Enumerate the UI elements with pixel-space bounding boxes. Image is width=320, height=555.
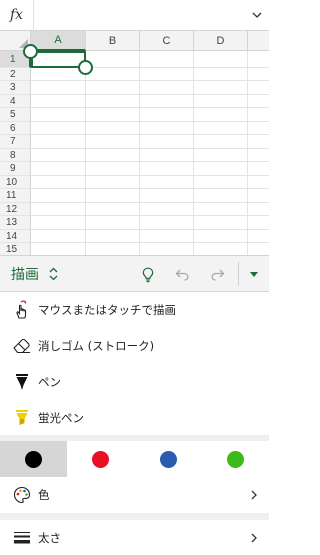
- section-divider: [0, 513, 269, 520]
- up-down-chevron-icon: [49, 267, 58, 281]
- highlighter-item[interactable]: 蛍光ペン: [0, 400, 269, 436]
- row-header-4[interactable]: 4: [0, 95, 31, 108]
- swatch-green[interactable]: [202, 441, 269, 477]
- grid-line: [31, 121, 269, 122]
- grid-line: [31, 148, 269, 149]
- pen-item[interactable]: ペン: [0, 364, 269, 400]
- spreadsheet-grid[interactable]: A B C D 1 2 3 4 5 6 7 8 9 10 11 12 13 14…: [0, 31, 269, 255]
- touch-draw-icon: [6, 300, 38, 320]
- swatch-red[interactable]: [67, 441, 134, 477]
- row-header-7[interactable]: 7: [0, 135, 31, 149]
- color-dot: [159, 450, 177, 468]
- row-header-14[interactable]: 14: [0, 230, 31, 243]
- color-swatch-row: [0, 441, 269, 477]
- swatch-black[interactable]: [0, 441, 68, 477]
- grid-line: [193, 51, 194, 255]
- row-header-2[interactable]: 2: [0, 68, 31, 81]
- column-header-c[interactable]: C: [140, 31, 194, 51]
- grid-line: [139, 51, 140, 255]
- column-header-partial[interactable]: [248, 31, 269, 51]
- column-header-d[interactable]: D: [194, 31, 248, 51]
- chevron-right-icon: [251, 477, 257, 513]
- eraser-item[interactable]: 消しゴム (ストローク): [0, 328, 269, 364]
- redo-icon[interactable]: [203, 256, 233, 293]
- grid-line: [31, 161, 269, 162]
- pen-icon: [6, 372, 38, 392]
- lightbulb-icon[interactable]: [133, 256, 163, 293]
- undo-icon[interactable]: [167, 256, 197, 293]
- color-item[interactable]: 色: [0, 477, 269, 513]
- fx-button[interactable]: fx: [0, 0, 34, 31]
- pen-label: ペン: [38, 375, 61, 389]
- row-header-12[interactable]: 12: [0, 203, 31, 216]
- grid-line: [31, 242, 269, 243]
- formula-bar: fx: [0, 0, 269, 31]
- grid-line: [31, 134, 269, 135]
- highlighter-label: 蛍光ペン: [38, 411, 84, 425]
- row-header-10[interactable]: 10: [0, 176, 31, 189]
- ribbon-tab-selector[interactable]: 描画: [0, 255, 58, 292]
- selection-handle-bottom-right[interactable]: [78, 60, 93, 75]
- color-dot: [226, 450, 244, 468]
- grid-line: [31, 215, 269, 216]
- eraser-label: 消しゴム (ストローク): [38, 339, 155, 353]
- row-header-15[interactable]: 15: [0, 243, 31, 255]
- swatch-blue[interactable]: [135, 441, 202, 477]
- grid-line: [85, 51, 86, 255]
- row-header-11[interactable]: 11: [0, 189, 31, 203]
- row-header-8[interactable]: 8: [0, 149, 31, 162]
- thickness-item[interactable]: 太さ: [0, 520, 269, 555]
- row-header-5[interactable]: 5: [0, 108, 31, 122]
- formula-input[interactable]: [34, 0, 245, 31]
- ribbon-tab-label: 描画: [11, 266, 39, 283]
- column-header-a[interactable]: A: [31, 31, 86, 51]
- grid-line: [31, 107, 269, 108]
- draw-with-touch-item[interactable]: マウスまたはタッチで描画: [0, 292, 269, 328]
- color-label: 色: [38, 488, 50, 502]
- grid-line: [31, 229, 269, 230]
- draw-with-touch-label: マウスまたはタッチで描画: [38, 303, 176, 317]
- grid-line: [31, 175, 269, 176]
- grid-line: [31, 80, 269, 81]
- grid-line: [247, 51, 248, 255]
- chevron-right-icon: [251, 520, 257, 555]
- color-dot: [25, 450, 43, 468]
- color-dot: [92, 450, 110, 468]
- grid-line: [31, 202, 269, 203]
- palette-icon: [6, 486, 38, 504]
- thickness-label: 太さ: [38, 531, 61, 545]
- eraser-icon: [6, 337, 38, 355]
- ribbon-toolbar: 描画: [0, 255, 269, 292]
- row-header-9[interactable]: 9: [0, 162, 31, 176]
- grid-line: [31, 94, 269, 95]
- row-header-13[interactable]: 13: [0, 216, 31, 230]
- dropdown-arrow-icon[interactable]: [239, 256, 269, 293]
- highlighter-icon: [6, 408, 38, 428]
- formula-expand-chevron-icon[interactable]: [245, 0, 269, 31]
- row-header-6[interactable]: 6: [0, 122, 31, 135]
- row-header-3[interactable]: 3: [0, 81, 31, 95]
- line-thickness-icon: [6, 531, 38, 545]
- selection-handle-top-left[interactable]: [23, 44, 38, 59]
- grid-line: [31, 188, 269, 189]
- column-header-b[interactable]: B: [86, 31, 140, 51]
